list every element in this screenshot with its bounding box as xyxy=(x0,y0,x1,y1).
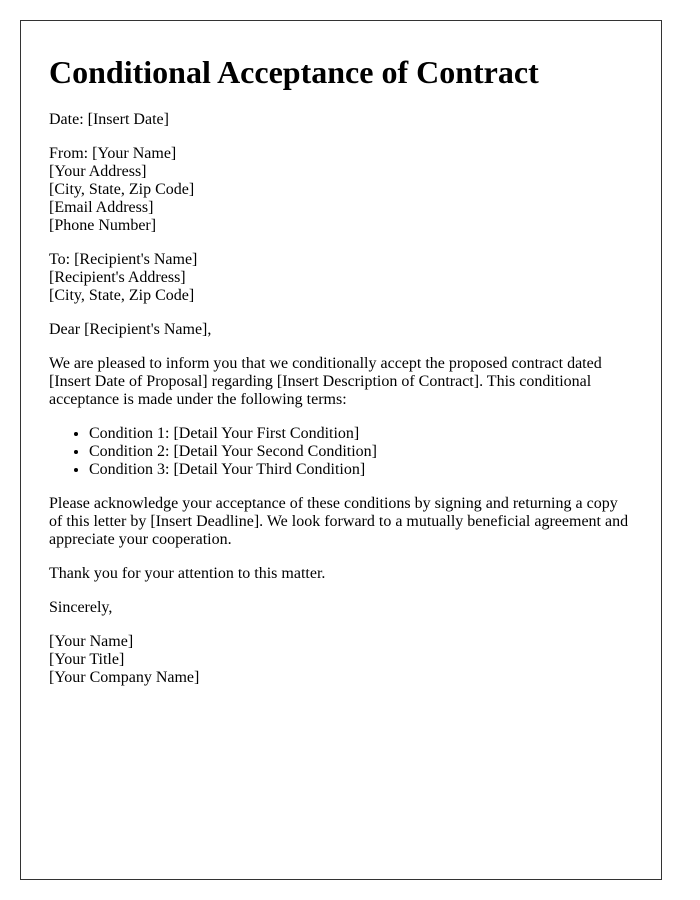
sender-email: [Email Address] xyxy=(49,199,154,216)
recipient-name: To: [Recipient's Name] xyxy=(49,251,198,268)
signature-block: [Your Name] [Your Title] [Your Company N… xyxy=(49,633,633,687)
letter-container: Conditional Acceptance of Contract Date:… xyxy=(20,20,662,880)
condition-item: Condition 2: [Detail Your Second Conditi… xyxy=(89,443,633,461)
condition-item: Condition 3: [Detail Your Third Conditio… xyxy=(89,461,633,479)
recipient-address: [Recipient's Address] xyxy=(49,269,186,286)
letter-title: Conditional Acceptance of Contract xyxy=(49,54,539,90)
signature-name: [Your Name] xyxy=(49,633,134,650)
acknowledge-paragraph: Please acknowledge your acceptance of th… xyxy=(49,495,629,548)
condition-item: Condition 1: [Detail Your First Conditio… xyxy=(89,425,633,443)
conditions-list: Condition 1: [Detail Your First Conditio… xyxy=(49,425,633,479)
sender-city-state-zip: [City, State, Zip Code] xyxy=(49,181,195,198)
letter-body: Conditional Acceptance of Contract Date:… xyxy=(21,21,661,687)
thanks-paragraph: Thank you for your attention to this mat… xyxy=(49,565,326,582)
sender-address-block: From: [Your Name] [Your Address] [City, … xyxy=(49,145,633,235)
signature-title: [Your Title] xyxy=(49,651,125,668)
closing: Sincerely, xyxy=(49,599,113,616)
signature-company: [Your Company Name] xyxy=(49,669,200,686)
recipient-city-state-zip: [City, State, Zip Code] xyxy=(49,287,195,304)
salutation: Dear [Recipient's Name], xyxy=(49,321,212,338)
sender-address: [Your Address] xyxy=(49,163,147,180)
recipient-address-block: To: [Recipient's Name] [Recipient's Addr… xyxy=(49,251,633,305)
sender-phone: [Phone Number] xyxy=(49,217,157,234)
sender-name: From: [Your Name] xyxy=(49,145,177,162)
date-line: Date: [Insert Date] xyxy=(49,111,169,128)
intro-paragraph: We are pleased to inform you that we con… xyxy=(49,355,602,408)
